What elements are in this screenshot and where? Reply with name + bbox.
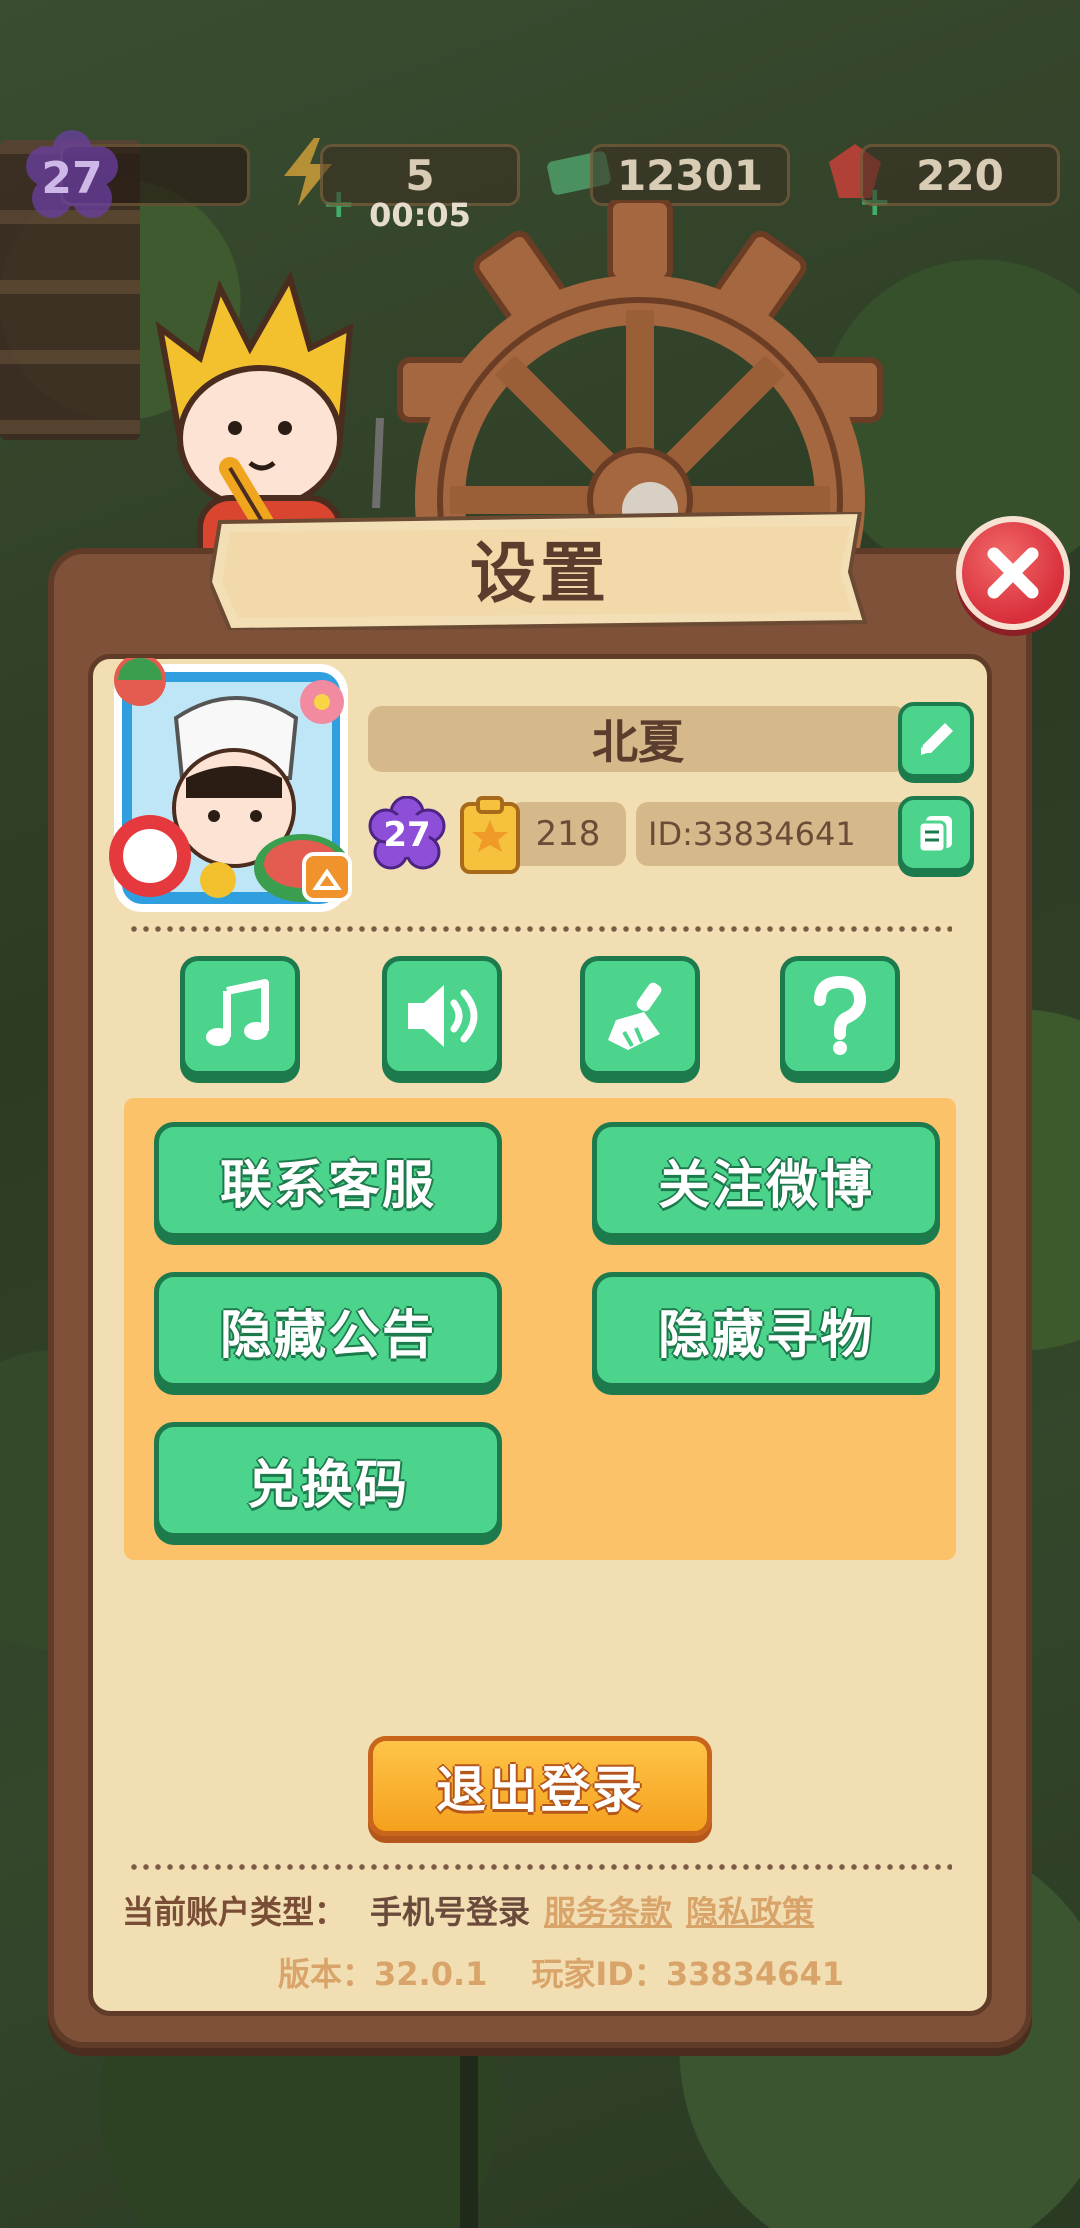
help-button[interactable]	[780, 956, 900, 1076]
redeem-code-button[interactable]: 兑换码	[154, 1422, 502, 1538]
close-button[interactable]	[956, 516, 1070, 630]
terms-of-service-link[interactable]: 服务条款	[544, 1887, 672, 1933]
player-id: ID:33834641	[636, 802, 918, 866]
contact-support-button[interactable]: 联系客服	[154, 1122, 502, 1238]
player-id-footer: 玩家ID：33834641	[531, 1955, 844, 1993]
clipboard-star-icon	[460, 796, 520, 874]
copy-icon	[917, 816, 952, 854]
edit-name-button[interactable]	[898, 702, 974, 778]
copy-id-button[interactable]	[898, 796, 974, 872]
sound-toggle-button[interactable]	[382, 956, 502, 1076]
account-type-value: 手机号登录	[370, 1893, 531, 1931]
music-toggle-button[interactable]	[180, 956, 300, 1076]
question-mark-icon	[814, 976, 867, 1055]
cash-count: 12301	[590, 144, 790, 206]
star-count: 218	[510, 802, 626, 866]
divider	[128, 926, 952, 932]
clear-cache-button[interactable]	[580, 956, 700, 1076]
divider	[128, 1864, 952, 1870]
player-level: 27	[41, 152, 103, 204]
profile-level: 27	[383, 815, 431, 855]
player-level-badge[interactable]: 27	[22, 128, 122, 228]
speaker-icon	[408, 985, 478, 1047]
dialog-title: 设置	[470, 535, 610, 612]
player-avatar[interactable]	[106, 654, 362, 918]
privacy-policy-link[interactable]: 隐私政策	[686, 1887, 814, 1933]
hide-hunt-button[interactable]: 隐藏寻物	[592, 1272, 940, 1388]
hide-announcement-button[interactable]: 隐藏公告	[154, 1272, 502, 1388]
account-info: 当前账户类型： 手机号登录 服务条款 隐私政策	[122, 1888, 814, 1932]
pencil-icon	[921, 723, 953, 755]
broom-icon	[608, 982, 662, 1050]
player-name: 北夏	[368, 706, 908, 772]
follow-weibo-button[interactable]: 关注微博	[592, 1122, 940, 1238]
music-icon	[206, 979, 269, 1046]
account-type-label: 当前账户类型：	[122, 1893, 347, 1931]
logout-button[interactable]: 退出登录	[368, 1736, 712, 1836]
close-icon	[987, 547, 1039, 599]
version-info: 版本：32.0.1 玩家ID：33834641	[278, 1950, 844, 1994]
gem-count: 220	[860, 144, 1060, 206]
version-text: 版本：32.0.1	[278, 1955, 488, 1993]
profile-level-badge: 27	[368, 795, 446, 874]
